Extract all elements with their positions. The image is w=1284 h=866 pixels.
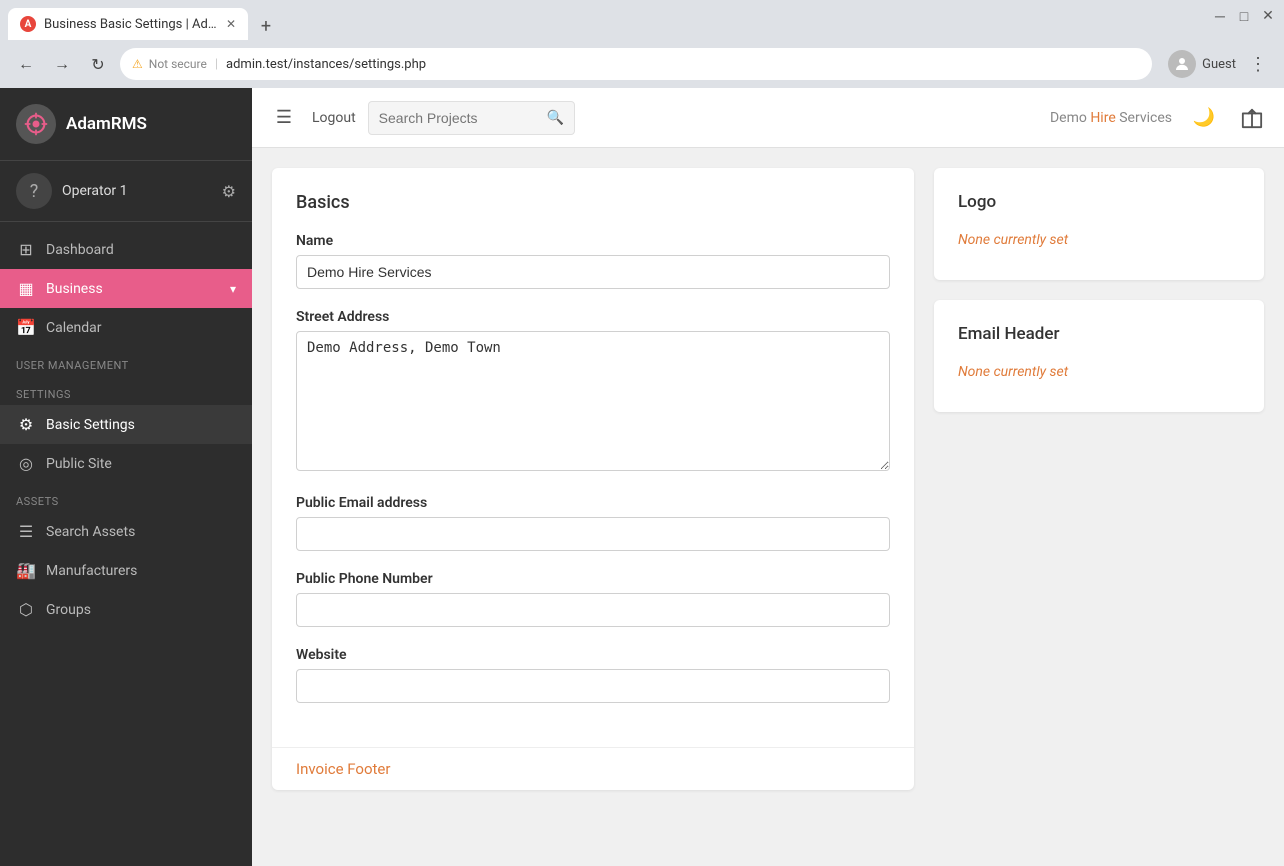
email-header-none-set: None currently set xyxy=(958,356,1240,388)
security-icon: ⚠ xyxy=(132,57,143,71)
search-icon: 🔍 xyxy=(547,110,564,126)
hamburger-button[interactable]: ☰ xyxy=(268,102,300,134)
section-label-user-mgmt: USER MANAGEMENT xyxy=(0,347,252,376)
website-input[interactable] xyxy=(296,669,890,703)
invoice-footer-section: Invoice Footer xyxy=(272,747,914,790)
sidebar-item-label: Search Assets xyxy=(46,524,236,540)
chevron-down-icon: ▾ xyxy=(230,282,236,296)
public-phone-input[interactable] xyxy=(296,593,890,627)
top-nav: ☰ Logout 🔍 Demo Hire Services 🌙 xyxy=(252,88,1284,148)
manufacturers-icon: 🏭 xyxy=(16,561,36,580)
logo-none-set: None currently set xyxy=(958,224,1240,256)
sidebar-item-business[interactable]: ▦ Business ▾ xyxy=(0,269,252,308)
sidebar-item-label: Calendar xyxy=(46,320,236,336)
user-avatar-icon: ? xyxy=(16,173,52,209)
profile-icon xyxy=(1168,50,1196,78)
public-email-group: Public Email address xyxy=(296,495,890,551)
basics-card: Basics Name Street Address Public Email … xyxy=(272,168,914,790)
calendar-icon: 📅 xyxy=(16,318,36,337)
basics-card-body: Basics Name Street Address Public Email … xyxy=(272,168,914,747)
name-input[interactable] xyxy=(296,255,890,289)
street-address-group: Street Address xyxy=(296,309,890,475)
window-controls: ─ □ ✕ xyxy=(1212,8,1276,24)
search-assets-icon: ☰ xyxy=(16,522,36,541)
logo-card-body: Logo None currently set xyxy=(934,168,1264,280)
url-display: admin.test/instances/settings.php xyxy=(226,57,426,72)
sidebar-item-label: Public Site xyxy=(46,456,236,472)
name-label: Name xyxy=(296,233,890,249)
forward-button[interactable]: → xyxy=(48,50,76,78)
app-name: AdamRMS xyxy=(66,114,147,134)
tab-close-icon[interactable]: ✕ xyxy=(226,17,236,31)
back-button[interactable]: ← xyxy=(12,50,40,78)
user-name: Operator 1 xyxy=(62,183,212,199)
more-options-button[interactable]: ⋮ xyxy=(1244,50,1272,78)
sidebar-item-groups[interactable]: ⬡ Groups xyxy=(0,590,252,629)
email-header-title: Email Header xyxy=(958,324,1240,344)
public-phone-group: Public Phone Number xyxy=(296,571,890,627)
maximize-button[interactable]: □ xyxy=(1236,8,1252,24)
browser-tab[interactable]: A Business Basic Settings | AdamRM ✕ xyxy=(8,8,248,40)
main-content: Basics Name Street Address Public Email … xyxy=(252,148,1284,866)
logo-title: Logo xyxy=(958,192,1240,212)
profile-area[interactable]: Guest xyxy=(1168,50,1236,78)
sidebar-item-manufacturers[interactable]: 🏭 Manufacturers xyxy=(0,551,252,590)
sidebar-logo: AdamRMS xyxy=(0,88,252,161)
reload-button[interactable]: ↻ xyxy=(84,50,112,78)
public-email-input[interactable] xyxy=(296,517,890,551)
street-address-label: Street Address xyxy=(296,309,890,325)
address-bar[interactable]: ⚠ Not secure | admin.test/instances/sett… xyxy=(120,48,1152,80)
website-group: Website xyxy=(296,647,890,703)
dark-mode-button[interactable]: 🌙 xyxy=(1188,102,1220,134)
sidebar-nav: ⊞ Dashboard ▦ Business ▾ 📅 Calendar USER… xyxy=(0,222,252,866)
email-header-card-body: Email Header None currently set xyxy=(934,300,1264,412)
email-header-card: Email Header None currently set xyxy=(934,300,1264,412)
minimize-button[interactable]: ─ xyxy=(1212,8,1228,24)
sidebar-item-label: Dashboard xyxy=(46,242,236,258)
right-column: Logo None currently set Email Header Non… xyxy=(934,168,1264,790)
public-email-label: Public Email address xyxy=(296,495,890,511)
business-icon: ▦ xyxy=(16,279,36,298)
company-name: Demo Hire Services xyxy=(1050,110,1172,126)
public-phone-label: Public Phone Number xyxy=(296,571,890,587)
logo-card: Logo None currently set xyxy=(934,168,1264,280)
sidebar-item-calendar[interactable]: 📅 Calendar xyxy=(0,308,252,347)
user-settings-icon[interactable]: ⚙ xyxy=(222,182,236,201)
search-bar[interactable]: 🔍 xyxy=(368,101,575,135)
app-logo-icon xyxy=(16,104,56,144)
sidebar-item-dashboard[interactable]: ⊞ Dashboard xyxy=(0,230,252,269)
sidebar-item-basic-settings[interactable]: ⚙ Basic Settings xyxy=(0,405,252,444)
profile-name: Guest xyxy=(1202,57,1236,72)
close-button[interactable]: ✕ xyxy=(1260,8,1276,24)
website-label: Website xyxy=(296,647,890,663)
name-group: Name xyxy=(296,233,890,289)
top-nav-right: Demo Hire Services 🌙 xyxy=(1050,102,1268,134)
sidebar: AdamRMS ? Operator 1 ⚙ ⊞ Dashboard ▦ Bus… xyxy=(0,88,252,866)
sidebar-item-label: Basic Settings xyxy=(46,417,236,433)
street-address-input[interactable] xyxy=(296,331,890,471)
building-icon[interactable] xyxy=(1236,102,1268,134)
sidebar-item-label: Groups xyxy=(46,602,236,618)
settings-icon: ⚙ xyxy=(16,415,36,434)
tab-favicon: A xyxy=(20,16,36,32)
search-input[interactable] xyxy=(379,110,539,126)
dashboard-icon: ⊞ xyxy=(16,240,36,259)
sidebar-user: ? Operator 1 ⚙ xyxy=(0,161,252,222)
sidebar-item-label: Business xyxy=(46,281,220,297)
tab-title: Business Basic Settings | AdamRM xyxy=(44,17,218,32)
sidebar-item-label: Manufacturers xyxy=(46,563,236,579)
logout-button[interactable]: Logout xyxy=(312,110,356,126)
sidebar-item-search-assets[interactable]: ☰ Search Assets xyxy=(0,512,252,551)
sidebar-item-public-site[interactable]: ◎ Public Site xyxy=(0,444,252,483)
content-grid: Basics Name Street Address Public Email … xyxy=(272,168,1264,790)
section-label-assets: ASSETS xyxy=(0,483,252,512)
new-tab-button[interactable]: + xyxy=(252,12,280,40)
section-label-settings: SETTINGS xyxy=(0,376,252,405)
groups-icon: ⬡ xyxy=(16,600,36,619)
basics-title: Basics xyxy=(296,192,890,213)
not-secure-label: Not secure xyxy=(149,57,207,71)
public-site-icon: ◎ xyxy=(16,454,36,473)
